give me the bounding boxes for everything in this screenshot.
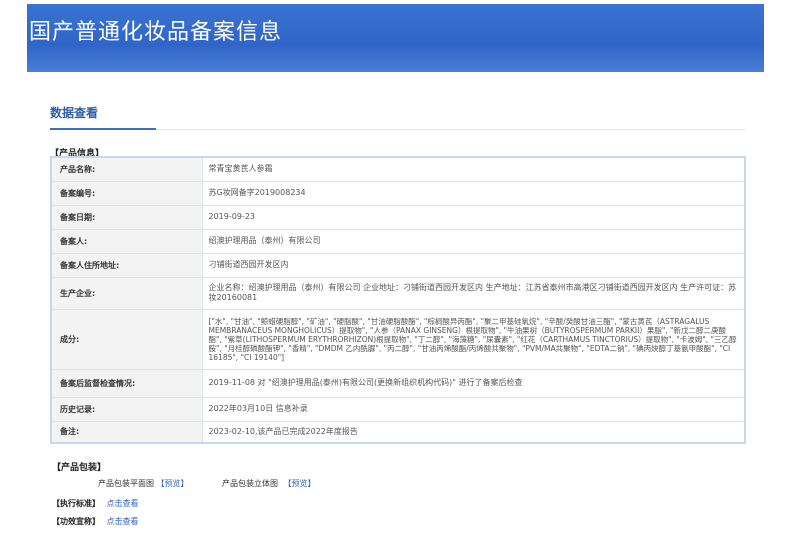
- table-row: 产品名称: 常青宝黄芪人参霜: [50, 156, 746, 182]
- table-row: 备案人: 绍澳护理用品（泰州）有限公司: [50, 228, 746, 254]
- efficacy-title: 【功效宣称】: [52, 517, 100, 526]
- row-value: 绍澳护理用品（泰州）有限公司: [201, 228, 746, 254]
- standard-view-link[interactable]: 点击查看: [107, 499, 139, 508]
- row-value: 企业名称：绍澳护理用品（泰州）有限公司 企业地址：刁铺街道西园开发区内 生产地址…: [201, 276, 746, 310]
- row-key: 成分:: [50, 308, 203, 370]
- row-value: 2022年03月10日 信息补录: [201, 396, 746, 422]
- efficacy-row: 【功效宣称】 点击查看: [52, 516, 139, 527]
- table-row: 备案人住所地址: 刁铺街道西园开发区内: [50, 252, 746, 278]
- row-key: 备注:: [50, 420, 203, 444]
- table-row: 生产企业: 企业名称：绍澳护理用品（泰州）有限公司 企业地址：刁铺街道西园开发区…: [50, 276, 746, 310]
- page-title: 国产普通化妆品备案信息: [29, 20, 283, 45]
- packaging-flat-preview-link[interactable]: 【预览】: [157, 479, 189, 488]
- row-value: 2019-09-23: [201, 204, 746, 230]
- row-key: 备案人住所地址:: [50, 252, 203, 278]
- row-value: 2023-02-10,该产品已完成2022年度报告: [201, 420, 746, 444]
- table-row: 成分: ["水", "甘油", "鲸蜡硬脂醇", "矿油", "硬脂酸", "甘…: [50, 308, 746, 370]
- row-value: 常青宝黄芪人参霜: [201, 156, 746, 182]
- row-key: 备案人:: [50, 228, 203, 254]
- row-value: 刁铺街道西园开发区内: [201, 252, 746, 278]
- row-key: 生产企业:: [50, 276, 203, 310]
- row-value: 2019-11-08 对 "绍澳护理用品(泰州)有限公司(更换新组织机构代码)"…: [201, 368, 746, 398]
- packaging-flat-label: 产品包装平面图: [98, 479, 154, 488]
- packaging-flat-row: 产品包装平面图 【预览】: [98, 478, 189, 489]
- standard-row: 【执行标准】 点击查看: [52, 498, 139, 509]
- packaging-solid-row: 产品包装立体图 【预览】: [222, 478, 316, 489]
- row-value: ["水", "甘油", "鲸蜡硬脂醇", "矿油", "硬脂酸", "甘油硬脂酸…: [201, 308, 746, 370]
- standard-title: 【执行标准】: [52, 499, 100, 508]
- row-key: 备案日期:: [50, 204, 203, 230]
- tab-active-indicator: [50, 128, 156, 130]
- row-key: 备案后监督检查情况:: [50, 368, 203, 398]
- product-info-table: 产品名称: 常青宝黄芪人参霜 备案编号: 苏G妆网备字2019008234 备案…: [50, 156, 746, 444]
- table-row: 历史记录: 2022年03月10日 信息补录: [50, 396, 746, 422]
- row-key: 产品名称:: [50, 156, 203, 182]
- row-key: 历史记录:: [50, 396, 203, 422]
- header-banner: 国产普通化妆品备案信息: [27, 4, 764, 72]
- table-row: 备案日期: 2019-09-23: [50, 204, 746, 230]
- packaging-solid-label: 产品包装立体图: [222, 479, 278, 488]
- packaging-title: 【产品包装】: [52, 463, 107, 473]
- tab-data-view[interactable]: 数据查看: [50, 104, 98, 121]
- row-key: 备案编号:: [50, 180, 203, 206]
- packaging-solid-preview-link[interactable]: 【预览】: [284, 479, 316, 488]
- table-row: 备案编号: 苏G妆网备字2019008234: [50, 180, 746, 206]
- row-value: 苏G妆网备字2019008234: [201, 180, 746, 206]
- table-row: 备注: 2023-02-10,该产品已完成2022年度报告: [50, 420, 746, 444]
- table-row: 备案后监督检查情况: 2019-11-08 对 "绍澳护理用品(泰州)有限公司(…: [50, 368, 746, 398]
- efficacy-view-link[interactable]: 点击查看: [107, 517, 139, 526]
